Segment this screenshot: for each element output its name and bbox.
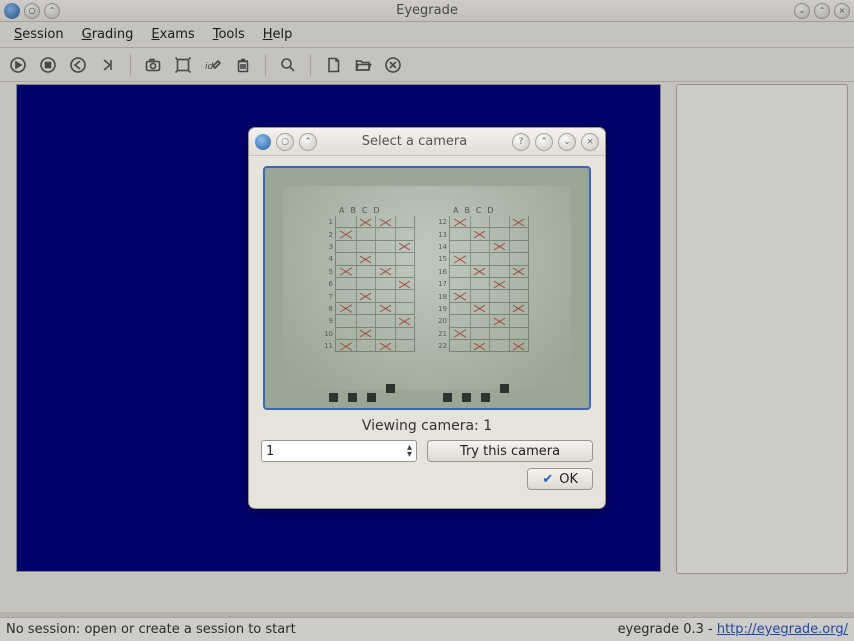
toolbar-separator xyxy=(265,54,266,76)
crop-icon[interactable] xyxy=(171,53,195,77)
ok-button[interactable]: ✔ OK xyxy=(527,468,593,490)
menu-grading[interactable]: Grading xyxy=(74,24,142,45)
camera-icon[interactable] xyxy=(141,53,165,77)
toolbar: id xyxy=(0,48,854,82)
play-icon[interactable] xyxy=(6,53,30,77)
status-text: No session: open or create a session to … xyxy=(6,622,296,637)
toolbar-separator xyxy=(310,54,311,76)
dialog-titlebar: ○ ⌃ Select a camera ? ⌃ ⌄ × xyxy=(249,128,605,156)
next-icon[interactable] xyxy=(96,53,120,77)
toolbar-separator xyxy=(130,54,131,76)
menu-session[interactable]: Session xyxy=(6,24,72,45)
status-link[interactable]: http://eyegrade.org/ xyxy=(717,622,848,637)
main-window-titlebar: ○ ⌃ Eyegrade ⌄ ⌃ × xyxy=(0,0,854,22)
app-logo-icon xyxy=(4,3,20,19)
id-edit-icon[interactable]: id xyxy=(201,53,225,77)
spinner-arrows-icon: ▴▾ xyxy=(407,444,412,458)
svg-text:id: id xyxy=(205,62,214,72)
dialog-down-button[interactable]: ⌄ xyxy=(558,133,576,151)
menu-help[interactable]: Help xyxy=(255,24,301,45)
dialog-help-button[interactable]: ? xyxy=(512,133,530,151)
minimize-button[interactable]: ⌄ xyxy=(794,3,810,19)
new-session-icon[interactable] xyxy=(321,53,345,77)
delete-icon[interactable] xyxy=(231,53,255,77)
fiducial-markers-left xyxy=(329,393,395,402)
maximize-button[interactable]: ⌃ xyxy=(814,3,830,19)
stop-icon[interactable] xyxy=(36,53,60,77)
select-camera-dialog: ○ ⌃ Select a camera ? ⌃ ⌄ × ABCD12345678… xyxy=(248,127,606,509)
statusbar: No session: open or create a session to … xyxy=(0,617,854,641)
dialog-btn-a[interactable]: ○ xyxy=(276,133,294,151)
window-title: Eyegrade xyxy=(64,3,790,18)
close-session-icon[interactable] xyxy=(381,53,405,77)
titlebar-button-b[interactable]: ⌃ xyxy=(44,3,60,19)
menu-tools[interactable]: Tools xyxy=(205,24,253,45)
back-icon[interactable] xyxy=(66,53,90,77)
check-icon: ✔ xyxy=(542,472,553,487)
dialog-title: Select a camera xyxy=(322,134,507,149)
search-icon[interactable] xyxy=(276,53,300,77)
close-button[interactable]: × xyxy=(834,3,850,19)
fiducial-markers-right xyxy=(443,393,509,402)
camera-select[interactable]: 1 ▴▾ xyxy=(261,440,417,462)
status-version: eyegrade 0.3 - xyxy=(618,622,717,637)
dialog-btn-b[interactable]: ⌃ xyxy=(299,133,317,151)
dialog-logo-icon xyxy=(255,134,271,150)
camera-preview: ABCD1234567891011 ABCD121314151617181920… xyxy=(263,166,591,410)
menubar: Session Grading Exams Tools Help xyxy=(0,22,854,48)
menu-exams[interactable]: Exams xyxy=(143,24,202,45)
titlebar-button-a[interactable]: ○ xyxy=(24,3,40,19)
side-panel xyxy=(676,84,848,574)
try-camera-button[interactable]: Try this camera xyxy=(427,440,593,462)
viewing-camera-label: Viewing camera: 1 xyxy=(362,418,492,434)
dialog-close-button[interactable]: × xyxy=(581,133,599,151)
camera-select-value: 1 xyxy=(266,444,407,459)
dialog-up-button[interactable]: ⌃ xyxy=(535,133,553,151)
open-session-icon[interactable] xyxy=(351,53,375,77)
